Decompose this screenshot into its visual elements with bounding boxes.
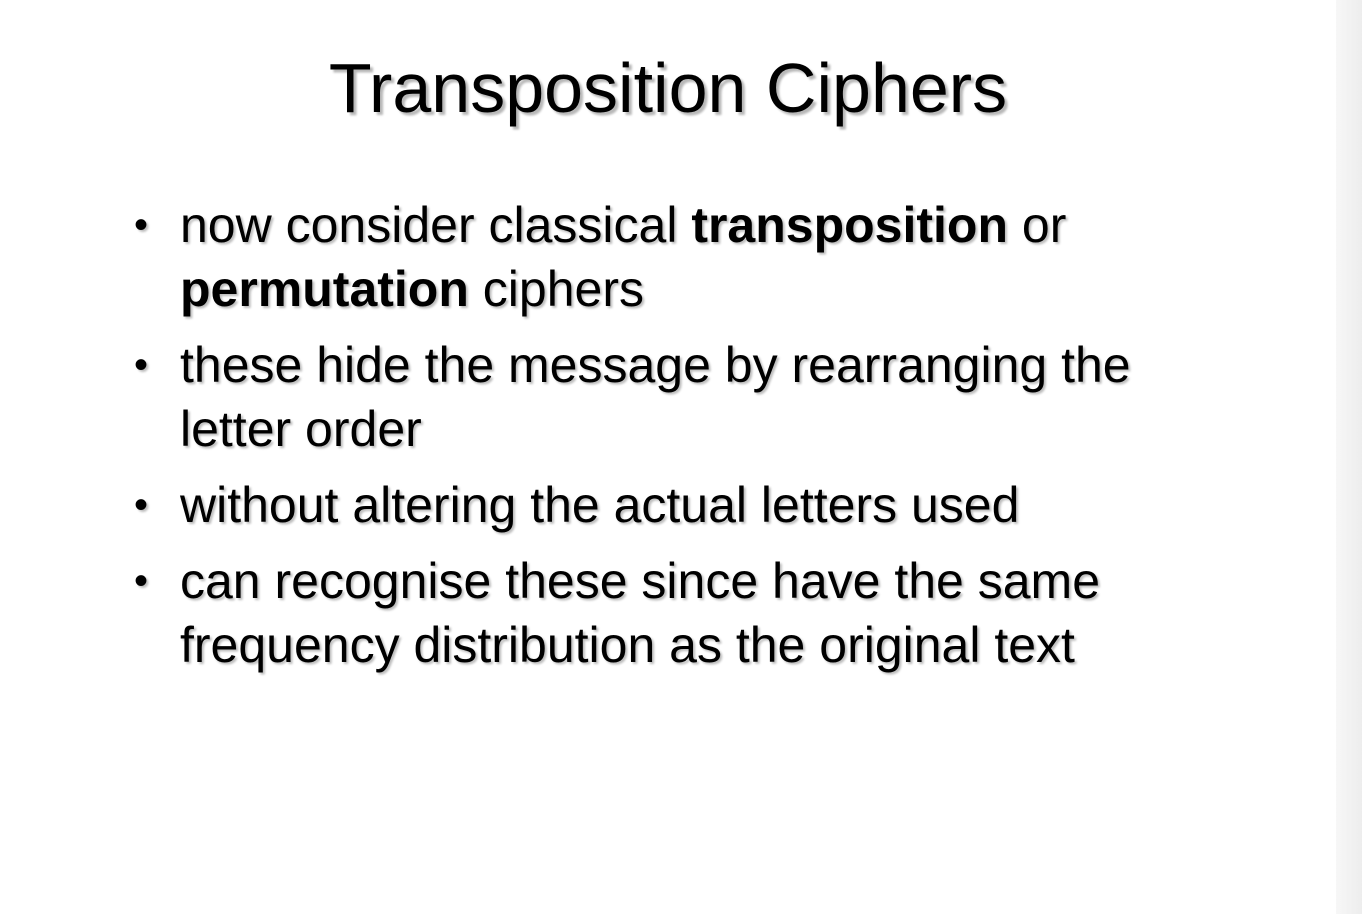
slide: Transposition Ciphers • now consider cla…: [0, 0, 1336, 914]
bullet-list: • now consider classical transposition o…: [130, 193, 1210, 689]
bullet-icon: •: [134, 483, 149, 527]
bullet-text: these hide the message by rearranging th…: [180, 337, 1131, 457]
bullet-item: • can recognise these since have the sam…: [130, 549, 1210, 677]
bullet-item: • now consider classical transposition o…: [130, 193, 1210, 321]
bullet-icon: •: [134, 343, 149, 387]
window-edge: [1336, 0, 1362, 914]
bullet-icon: •: [134, 559, 149, 603]
bullet-icon: •: [134, 203, 149, 247]
bullet-text: without altering the actual letters used: [180, 477, 1020, 533]
bullet-item: • without altering the actual letters us…: [130, 473, 1210, 537]
bullet-text-part: ciphers: [468, 261, 644, 317]
bullet-item: • these hide the message by rearranging …: [130, 333, 1210, 461]
slide-title: Transposition Ciphers: [328, 49, 1008, 127]
bullet-text-part: now consider classical: [180, 197, 692, 253]
bullet-text: can recognise these since have the same …: [180, 553, 1100, 673]
bullet-bold-term: permutation: [180, 261, 469, 317]
bullet-text: now consider classical transposition or …: [180, 197, 1066, 317]
bullet-bold-term: transposition: [691, 197, 1009, 253]
bullet-text-part: or: [1008, 197, 1067, 253]
